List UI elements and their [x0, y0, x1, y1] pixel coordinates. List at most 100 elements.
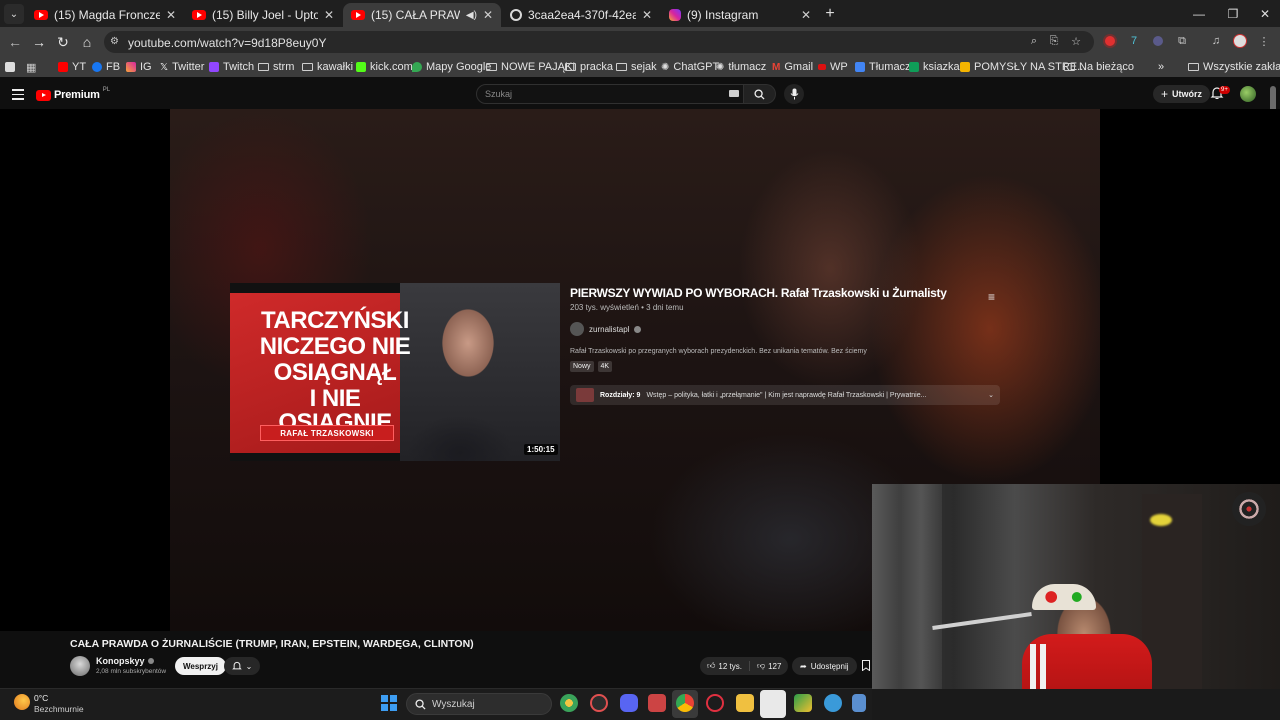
discord-icon[interactable] [620, 694, 638, 712]
search-button[interactable] [744, 84, 776, 104]
bookmark-gmail[interactable]: M Gmail [772, 58, 813, 76]
weather-temperature[interactable]: 0°C [34, 693, 48, 703]
calculator-icon[interactable] [852, 694, 866, 712]
share-button[interactable]: ➦ Udostępnij [792, 657, 857, 675]
recommended-video-chapters[interactable]: Rozdziały: 9 Wstęp – polityka, łatki i „… [570, 385, 1000, 405]
recommended-video-info[interactable]: PIERWSZY WYWIAD PO WYBORACH. Rafał Trzas… [570, 286, 1000, 372]
recommended-video-thumbnail[interactable]: TARCZYŃSKI NICZEGO NIE OSIĄGNĄŁ I NIE OS… [230, 283, 560, 461]
browser-menu-icon[interactable]: ⋮ [1256, 33, 1272, 49]
close-window-button[interactable]: ✕ [1248, 0, 1280, 27]
extension-icon[interactable] [1150, 33, 1166, 49]
browser-tab-active[interactable]: (15) CAŁA PRAWDA O ŻURN ◀) ✕ [343, 3, 501, 27]
like-button[interactable]: 👍︎ 12 tys. [700, 661, 750, 671]
weather-condition[interactable]: Bezchmurnie [34, 704, 84, 714]
all-bookmarks-folder[interactable]: Wszystkie zakładki [1188, 58, 1280, 76]
recommended-video-channel[interactable]: zurnalistapl [570, 322, 1000, 336]
bookmark-ksiazka[interactable]: ksiazka [909, 58, 960, 76]
restore-window-button[interactable]: ❐ [1216, 0, 1250, 27]
close-icon[interactable]: ✕ [166, 8, 176, 22]
search-input[interactable] [485, 87, 717, 101]
opera-icon[interactable] [706, 694, 724, 712]
speaker-icon[interactable]: ◀) [466, 10, 477, 21]
browser-tab[interactable]: 3caa2ea4-370f-42ea-b753-74b ✕ [502, 3, 660, 27]
browser-tab[interactable]: (15) Magda Fronczewska - Lalec ✕ [26, 3, 184, 27]
profile-avatar-icon[interactable] [1232, 33, 1248, 49]
close-icon[interactable]: ✕ [642, 8, 652, 22]
winrar-icon[interactable] [794, 694, 812, 712]
youtube-premium-logo[interactable]: Premium PL [36, 87, 110, 101]
globe-icon[interactable] [824, 694, 842, 712]
record-extension-icon[interactable] [1102, 33, 1118, 49]
bookmark-kawalki[interactable]: kawałki [302, 58, 353, 76]
bookmark-pracka[interactable]: pracka [565, 58, 613, 76]
channel-name-row[interactable]: Konopskyy [96, 656, 154, 666]
file-explorer-icon[interactable] [736, 694, 754, 712]
create-button[interactable]: + Utwórz [1153, 85, 1211, 103]
taskbar-search-box[interactable] [406, 693, 552, 715]
bookmark-strm[interactable]: strm [258, 58, 294, 76]
bookmark-chatgpt[interactable]: ✺ ChatGPT [661, 58, 719, 76]
hamburger-menu-icon[interactable] [12, 89, 24, 103]
join-button[interactable]: Wesprzyj [175, 657, 226, 675]
url-text[interactable]: youtube.com/watch?v=9d18P8euy0Y [128, 36, 326, 50]
subscription-notifications-button[interactable]: ⌄ [224, 657, 260, 675]
install-app-icon[interactable]: ⎘ [1046, 33, 1062, 49]
channel-avatar[interactable] [70, 656, 90, 676]
recommended-video-title[interactable]: PIERWSZY WYWIAD PO WYBORACH. Rafał Trzas… [570, 286, 1000, 300]
browser-tab[interactable]: (9) Instagram ✕ [661, 3, 819, 27]
bookmark-na-biezaco[interactable]: Na bieżąco [1064, 58, 1134, 76]
bookmark-twitter[interactable]: 𝕏 Twitter [160, 58, 204, 76]
shield-app-icon[interactable] [560, 694, 578, 712]
voice-search-button[interactable] [784, 84, 804, 104]
webcam-desk [872, 689, 1280, 720]
keyboard-icon[interactable] [729, 90, 739, 97]
reload-button[interactable]: ↻ [54, 33, 72, 51]
bookmark-kick[interactable]: kick.com [356, 58, 413, 76]
bookmark-fb[interactable]: FB [92, 58, 120, 76]
bookmark-tlumacz-2[interactable]: Tłumacz [855, 58, 911, 76]
bookmark-tlumacz[interactable]: ✺ tłumacz [716, 58, 766, 76]
bookmark-twitch[interactable]: Twitch [209, 58, 254, 76]
record-app-icon[interactable] [590, 694, 608, 712]
home-button[interactable]: ⌂ [78, 33, 96, 51]
playlist-add-icon[interactable]: ≡ [988, 290, 995, 304]
minimize-window-button[interactable]: — [1182, 0, 1216, 27]
channel-name[interactable]: Konopskyy [96, 656, 145, 666]
account-avatar[interactable] [1240, 86, 1256, 102]
browser-tab[interactable]: (15) Billy Joel - Uptown Girl (Off ✕ [184, 3, 342, 27]
bookmark-star-icon[interactable]: ☆ [1068, 33, 1084, 49]
new-tab-button[interactable]: + [820, 4, 840, 24]
windows-start-icon[interactable] [381, 695, 397, 711]
media-controls-icon[interactable]: ♫ [1208, 33, 1224, 49]
back-button[interactable]: ← [6, 33, 24, 51]
close-icon[interactable]: ✕ [801, 8, 811, 22]
extension-icon[interactable]: 7 [1126, 33, 1142, 49]
youtube-search-box[interactable] [476, 84, 744, 104]
save-bookmark-icon[interactable] [862, 660, 870, 671]
tab-groups-icon[interactable] [5, 58, 15, 76]
apps-grid-icon[interactable]: ▦ [26, 58, 36, 76]
bookmark-maps[interactable]: Mapy Google [412, 58, 491, 76]
weather-icon[interactable] [14, 694, 30, 710]
close-icon[interactable]: ✕ [483, 8, 493, 22]
bookmark-ig[interactable]: IG [126, 58, 152, 76]
site-info-icon[interactable]: ⚙ [110, 36, 120, 47]
bookmark-wp[interactable]: WP [818, 58, 848, 76]
bookmark-yt[interactable]: YT [58, 58, 86, 76]
tab-search-menu-button[interactable]: ⌄ [4, 4, 24, 24]
close-icon[interactable]: ✕ [324, 8, 334, 22]
bookmark-nowe-pajaki[interactable]: NOWE PAJĄKI [486, 58, 575, 76]
photo-app-icon[interactable] [648, 694, 666, 712]
taskbar-search-input[interactable] [432, 698, 532, 710]
extensions-puzzle-icon[interactable]: ⧉ [1174, 33, 1190, 49]
bookmark-sejak[interactable]: sejak [616, 58, 657, 76]
zoom-icon[interactable]: ⌕ [1026, 33, 1042, 49]
channel-name[interactable]: zurnalistapl [589, 325, 629, 334]
chevron-down-icon[interactable]: ⌄ [988, 391, 994, 399]
chrome-icon[interactable] [676, 694, 694, 712]
forward-button[interactable]: → [30, 33, 48, 51]
obs-app-icon[interactable] [760, 690, 786, 718]
dislike-button[interactable]: 👎︎ 127 [750, 661, 788, 671]
more-bookmarks-chevron-icon[interactable]: » [1158, 58, 1164, 76]
channel-avatar[interactable] [570, 322, 584, 336]
